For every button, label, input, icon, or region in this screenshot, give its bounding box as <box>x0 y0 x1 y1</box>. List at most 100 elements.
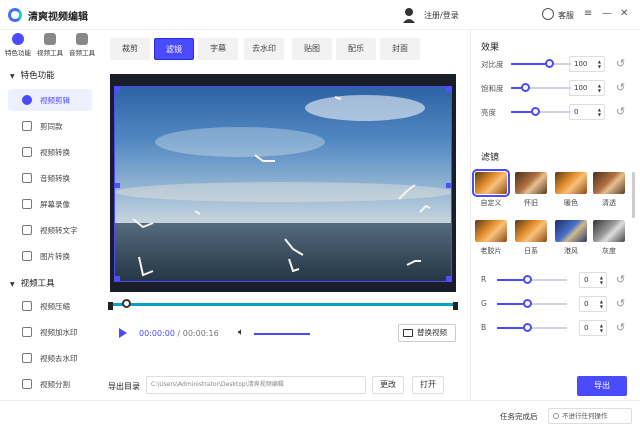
reset-icon[interactable]: ↺ <box>616 274 625 286</box>
timeline-track[interactable] <box>108 303 458 306</box>
tab-music[interactable]: 配乐 <box>336 38 376 60</box>
tab-subtitle[interactable]: 字幕 <box>198 38 238 60</box>
brightness-input[interactable]: 0 ▲ ▼ <box>569 104 605 120</box>
filter-thumbnail <box>593 172 625 194</box>
play-icon[interactable] <box>119 328 127 338</box>
crop-handle[interactable] <box>446 276 451 281</box>
open-dir-button[interactable]: 打开 <box>412 376 444 394</box>
sidebar-item-video-convert[interactable]: 视频转换 <box>8 141 92 163</box>
change-dir-button[interactable]: 更改 <box>372 376 404 394</box>
crop-handle[interactable] <box>446 183 451 188</box>
filter-label: 灰度 <box>602 247 616 255</box>
sidebar-item-label: 屏幕录像 <box>40 200 70 209</box>
export-button[interactable]: 导出 <box>577 376 627 396</box>
sidebar-item-audio-convert[interactable]: 音频转换 <box>8 167 92 189</box>
filter-thumbnail <box>515 220 547 242</box>
minimize-icon[interactable]: — <box>602 8 612 20</box>
filter-old-film[interactable]: 老胶片 <box>475 220 507 256</box>
timeline[interactable] <box>108 298 458 314</box>
red-slider-fill <box>497 279 525 281</box>
sidebar-item-video-edit[interactable]: 视频剪辑 <box>8 89 92 111</box>
stepper-icon[interactable]: ▲ ▼ <box>598 107 601 117</box>
user-avatar-icon[interactable] <box>402 7 416 23</box>
app-title: 清爽视频编辑 <box>28 12 88 23</box>
tab-label: 视频工具 <box>37 49 63 57</box>
sidebar-item-video-split[interactable]: 视频分割 <box>8 373 92 395</box>
saturation-value: 100 <box>574 84 588 92</box>
tab-cover[interactable]: 封面 <box>380 38 420 60</box>
reset-icon[interactable]: ↺ <box>616 82 625 94</box>
crop-handle[interactable] <box>115 276 120 281</box>
video-frame[interactable] <box>114 86 452 282</box>
blue-slider-thumb[interactable] <box>523 323 532 332</box>
sidebar-section-video-tools[interactable]: 视频工具 <box>10 277 55 289</box>
red-slider-thumb[interactable] <box>523 275 532 284</box>
replace-video-button[interactable]: 替换视频 <box>398 324 456 342</box>
volume-icon[interactable]: 🔈︎ <box>238 327 244 338</box>
tab-video-tools[interactable]: 视频工具 <box>34 32 66 60</box>
red-input[interactable]: 0 ▲ ▼ <box>579 272 607 288</box>
sidebar-item-remove-watermark[interactable]: 视频去水印 <box>8 347 92 369</box>
support-icon[interactable] <box>542 8 554 20</box>
sidebar-item-image-convert[interactable]: 图片转换 <box>8 245 92 267</box>
after-task-select[interactable]: 不进行任何操作 <box>548 408 632 424</box>
filter-custom[interactable]: 自定义 <box>472 169 510 208</box>
contrast-input[interactable]: 100 ▲ ▼ <box>569 56 605 72</box>
green-slider-thumb[interactable] <box>523 299 532 308</box>
stepper-icon[interactable]: ▲ ▼ <box>598 59 601 69</box>
replace-icon <box>403 329 413 337</box>
sidebar-item-template[interactable]: 剪同款 <box>8 115 92 137</box>
export-path-input[interactable]: C:\Users\Administrator\Desktop\清爽视频编辑 <box>146 376 366 394</box>
sidebar-item-video-to-text[interactable]: 视频转文字 <box>8 219 92 241</box>
image-icon <box>22 251 32 261</box>
crop-handle[interactable] <box>115 87 120 92</box>
tab-audio-tools[interactable]: 音频工具 <box>66 32 98 60</box>
stepper-icon[interactable]: ▲ ▼ <box>600 275 603 285</box>
stepper-icon[interactable]: ▲ ▼ <box>600 299 603 309</box>
tab-filter[interactable]: 滤镜 <box>154 38 194 60</box>
stepper-icon[interactable]: ▲ ▼ <box>598 83 601 93</box>
tab-special-features[interactable]: 特色功能 <box>2 32 34 60</box>
saturation-slider-thumb[interactable] <box>521 83 530 92</box>
tab-crop[interactable]: 裁剪 <box>110 38 150 60</box>
crop-handle[interactable] <box>115 183 120 188</box>
filter-clear[interactable]: 清透 <box>593 172 625 208</box>
playhead-handle[interactable] <box>122 299 131 308</box>
menu-icon[interactable]: ≡ <box>584 8 592 20</box>
login-link[interactable]: 注册/登录 <box>424 10 459 21</box>
green-row: G 0 ▲ ▼ ↺ <box>471 296 640 312</box>
saturation-input[interactable]: 100 ▲ ▼ <box>569 80 605 96</box>
video-preview <box>110 74 456 292</box>
filter-nostalgic[interactable]: 怀旧 <box>515 172 547 208</box>
trim-end-handle[interactable] <box>453 302 458 310</box>
support-link[interactable]: 客服 <box>558 10 574 21</box>
stepper-icon[interactable]: ▲ ▼ <box>600 323 603 333</box>
crop-handle[interactable] <box>446 87 451 92</box>
sidebar-item-add-watermark[interactable]: 视频加水印 <box>8 321 92 343</box>
close-icon[interactable]: ✕ <box>620 8 628 20</box>
reset-icon[interactable]: ↺ <box>616 106 625 118</box>
sidebar-item-label: 视频转文字 <box>40 226 78 235</box>
panel-scrollbar[interactable] <box>632 172 635 218</box>
reset-icon[interactable]: ↺ <box>616 322 625 334</box>
filter-label: 怀旧 <box>524 199 538 207</box>
sidebar-section-features[interactable]: 特色功能 <box>10 69 55 81</box>
tab-sticker[interactable]: 贴图 <box>292 38 332 60</box>
filter-thumbnail <box>472 169 510 197</box>
sidebar-item-video-compress[interactable]: 视频压缩 <box>8 295 92 317</box>
reset-icon[interactable]: ↺ <box>616 298 625 310</box>
filter-warm[interactable]: 暖色 <box>555 172 587 208</box>
filter-hongkong[interactable]: 港风 <box>555 220 587 256</box>
filter-japanese[interactable]: 日系 <box>515 220 547 256</box>
filter-grayscale[interactable]: 灰度 <box>593 220 625 256</box>
brightness-slider-thumb[interactable] <box>531 107 540 116</box>
trim-start-handle[interactable] <box>108 302 113 310</box>
blue-input[interactable]: 0 ▲ ▼ <box>579 320 607 336</box>
green-input[interactable]: 0 ▲ ▼ <box>579 296 607 312</box>
tab-remove-watermark[interactable]: 去水印 <box>244 38 284 60</box>
volume-slider[interactable] <box>254 333 310 335</box>
reset-icon[interactable]: ↺ <box>616 58 625 70</box>
microphone-icon <box>22 173 32 183</box>
contrast-slider-thumb[interactable] <box>545 59 554 68</box>
sidebar-item-screen-record[interactable]: 屏幕录像 <box>8 193 92 215</box>
